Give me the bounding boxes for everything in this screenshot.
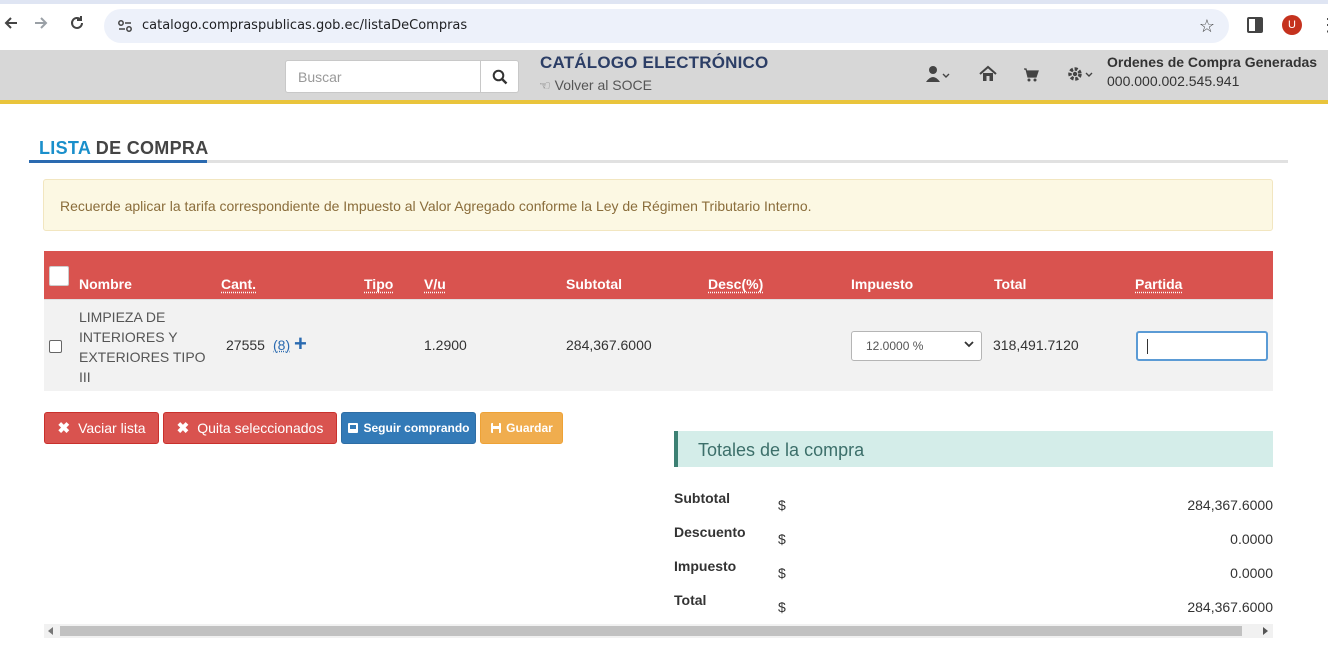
reload-icon[interactable] [66,14,88,36]
scroll-left-arrow[interactable] [48,627,53,635]
profile-avatar[interactable]: U [1282,15,1302,35]
totals-label: Descuento [674,524,746,540]
gear-icon[interactable] [1067,65,1093,85]
col-tipo[interactable]: Tipo [364,276,393,292]
site-settings-icon[interactable] [116,17,134,35]
search-button[interactable] [480,61,518,92]
col-total: Total [994,276,1026,292]
browser-toolbar: catalogo.compraspublicas.gob.ec/listaDeC… [0,0,1328,50]
forward-icon[interactable] [30,14,52,36]
orders-generated-title: Ordenes de Compra Generadas [1107,54,1317,70]
x-icon: ✖ [57,419,70,437]
bookmark-star-icon[interactable]: ☆ [1199,15,1215,37]
table-header: Nombre Cant. Tipo V/u Subtotal Desc(%) I… [44,251,1273,299]
col-desc[interactable]: Desc(%) [708,276,763,292]
title-underline-active [29,160,207,163]
totals-row-descuento: Descuento $ 0.0000 [674,524,1273,548]
totals-row-impuesto: Impuesto $ 0.0000 [674,558,1273,582]
totals-value: 284,367.6000 [1187,599,1273,615]
select-all-checkbox[interactable] [49,266,69,286]
col-vu[interactable]: V/u [424,276,446,292]
table-row: LIMPIEZA DE INTERIORES Y EXTERIORES TIPO… [44,299,1273,391]
save-button[interactable]: Guardar [480,412,563,444]
address-bar[interactable]: catalogo.compraspublicas.gob.ec/listaDeC… [104,9,1229,43]
scrollbar-thumb[interactable] [60,626,1242,636]
back-to-soce-link[interactable]: ☜ Volver al SOCE [539,77,652,94]
search-box [285,60,519,93]
user-icon[interactable] [926,65,950,85]
continue-shopping-label: Seguir comprando [363,421,469,435]
continue-shopping-button[interactable]: Seguir comprando [341,412,476,444]
vat-alert: Recuerde aplicar la tarifa correspondien… [43,179,1273,231]
totals-panel-heading: Totales de la compra [674,431,1273,467]
x-icon: ✖ [177,419,190,437]
currency-symbol: $ [778,599,786,615]
scroll-right-arrow[interactable] [1263,627,1268,635]
page-title-accent: LISTA [39,138,91,158]
col-impuesto: Impuesto [851,276,913,292]
col-subtotal: Subtotal [566,276,622,292]
partida-input[interactable] [1136,331,1268,361]
tab-strip-edge [0,0,1328,4]
cart-icon[interactable] [1023,65,1039,85]
totals-label: Subtotal [674,490,730,506]
currency-symbol: $ [778,565,786,581]
tax-select[interactable]: 12.0000 % [851,331,982,361]
col-cant[interactable]: Cant. [221,276,256,292]
search-icon [492,69,508,85]
horizontal-scrollbar[interactable] [44,624,1273,638]
title-underline [29,160,1288,163]
tax-select-value: 12.0000 % [866,339,923,353]
catalog-title: CATÁLOGO ELECTRÓNICO [540,53,768,73]
totals-row-subtotal: Subtotal $ 284,367.6000 [674,490,1273,514]
plus-icon[interactable]: + [294,332,307,356]
totals-value: 0.0000 [1230,565,1273,581]
cell-total: 318,491.7120 [993,337,1079,353]
totals-label: Impuesto [674,558,736,574]
totals-value: 284,367.6000 [1187,497,1273,513]
inbox-icon [347,422,359,434]
totals-heading: Totales de la compra [698,440,864,461]
totals-row-total: Total $ 284,367.6000 [674,592,1273,616]
col-nombre: Nombre [79,276,132,292]
empty-list-label: Vaciar lista [78,420,145,436]
remove-selected-label: Quita seleccionados [197,420,323,436]
page-title: LISTA DE COMPRA [39,138,209,159]
save-label: Guardar [506,421,553,435]
cell-cant: 27555 [226,337,265,353]
text-caret [1147,339,1148,354]
totals-value: 0.0000 [1230,531,1273,547]
col-partida[interactable]: Partida [1135,276,1182,292]
cell-nombre: LIMPIEZA DE INTERIORES Y EXTERIORES TIPO… [79,307,219,387]
floppy-disk-icon [490,422,502,434]
empty-list-button[interactable]: ✖ Vaciar lista [44,412,159,444]
chevron-down-icon [963,338,975,350]
currency-symbol: $ [778,497,786,513]
page-title-rest: DE COMPRA [91,138,209,158]
side-panel-icon[interactable] [1247,17,1263,33]
purchase-list-table: Nombre Cant. Tipo V/u Subtotal Desc(%) I… [44,251,1273,391]
search-input[interactable] [286,61,481,92]
url-text[interactable]: catalogo.compraspublicas.gob.ec/listaDeC… [142,17,467,35]
cell-vu: 1.2900 [424,337,467,353]
remove-selected-button[interactable]: ✖ Quita seleccionados [163,412,337,444]
currency-symbol: $ [778,531,786,547]
back-icon[interactable] [0,14,22,36]
totals-label: Total [674,592,706,608]
home-icon[interactable] [979,65,997,85]
orders-generated-value: 000.000.002.545.941 [1107,73,1239,89]
qty-detail-link[interactable]: (8) [273,337,290,353]
hand-pointer-icon: ☜ [539,78,551,93]
kebab-menu-icon[interactable]: ⋮ [1319,14,1327,36]
back-link-label: Volver al SOCE [555,77,652,93]
row-checkbox[interactable] [49,340,62,353]
cell-subtotal: 284,367.6000 [566,337,652,353]
app-header: CATÁLOGO ELECTRÓNICO ☜ Volver al SOCE Ord… [0,50,1328,104]
